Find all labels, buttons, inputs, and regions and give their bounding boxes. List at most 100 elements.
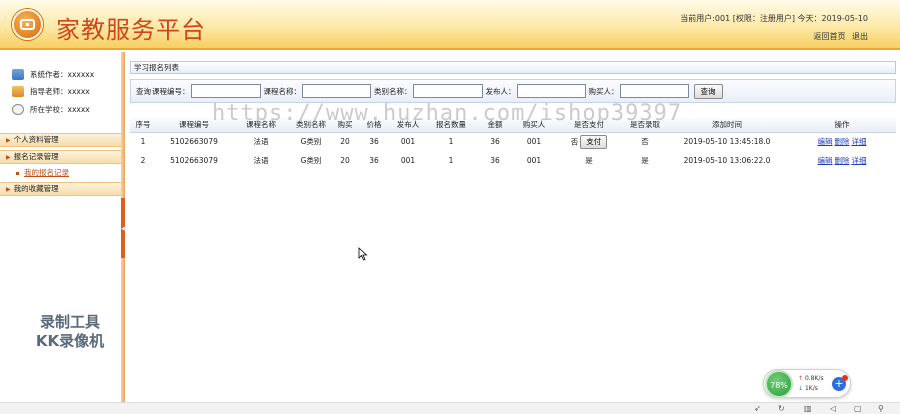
cell-index: 1	[140, 137, 146, 147]
logout-link[interactable]: 退出	[852, 32, 868, 41]
download-speed: 1K/s	[804, 385, 818, 392]
menu-label: 个人资料管理	[13, 135, 59, 144]
download-arrow-icon: ↓	[798, 385, 804, 392]
menu-label: 报名记录管理	[13, 152, 59, 161]
search-bar: 查询 课程编号： 课程名称： 类别名称： 发布人： 购买人： 查询	[130, 79, 896, 103]
author-label: 系统作者：xxxxxx	[30, 69, 95, 79]
triangle-right-icon: ▶	[6, 186, 11, 193]
category-input[interactable]	[412, 84, 483, 98]
sidebar-menu-signup[interactable]: ▶ 报名记录管理	[0, 150, 121, 164]
search-button[interactable]: 查询	[693, 83, 723, 99]
cell-admitted: 否	[641, 137, 649, 147]
home-link[interactable]: 返回首页	[813, 32, 845, 41]
publisher-input[interactable]	[516, 84, 586, 98]
speed-readout: ↑ 0.8K/s ↓ 1K/s	[798, 374, 824, 394]
app-header: 家教服务平台 当前用户:001 [权限：注册用户] 今天：2019-05-10 …	[0, 0, 900, 50]
sidebar-info-teacher: 指导老师：xxxxx	[12, 84, 90, 98]
buyer-label: 购买人：	[588, 86, 619, 96]
signup-table: 序号 课程编号 课程名称 类别名称 购买 价格 发布人 报名数量 金额 购买人 …	[130, 118, 896, 170]
cell-publisher: 001	[400, 156, 416, 165]
col-header: 是否支付	[554, 118, 624, 133]
upload-arrow-icon: ↑	[798, 375, 804, 382]
col-header: 购买人	[514, 118, 554, 133]
mouse-cursor-icon	[358, 247, 368, 261]
sidebar-menu-favorites[interactable]: ▶ 我的收藏管理	[0, 182, 121, 196]
cell-paid: 否支付	[554, 132, 624, 151]
app-title: 家教服务平台	[56, 16, 206, 44]
course-no-input[interactable]	[190, 84, 261, 98]
edit-link[interactable]: 编辑	[818, 156, 833, 165]
col-header: 序号	[130, 118, 156, 133]
cell-course-no: 5102663079	[170, 156, 218, 165]
cell-index: 2	[140, 156, 146, 165]
cell-buyer: 001	[526, 137, 542, 147]
cell-buy: 20	[340, 137, 350, 147]
network-speed-widget[interactable]: 78% ↑ 0.8K/s ↓ 1K/s +	[763, 369, 851, 398]
triangle-right-icon: ▶	[6, 154, 11, 161]
cell-course-no: 5102663079	[170, 137, 218, 147]
cell-quantity: 1	[448, 137, 454, 147]
course-name-label: 课程名称：	[263, 86, 302, 96]
paid-status: 否	[570, 137, 579, 147]
boost-plus-icon[interactable]: +	[832, 375, 848, 391]
refresh-icon[interactable]: ↻	[778, 404, 785, 413]
sidebar-item-my-signup[interactable]: 我的报名记录	[16, 167, 69, 178]
cell-category: G类别	[300, 156, 322, 165]
sound-icon[interactable]: ◁	[830, 404, 836, 413]
memory-percent: 78%	[765, 370, 793, 398]
upload-speed: 0.8K/s	[804, 375, 824, 382]
table-row: 1 5102663079 法语 G类别 20 36 001 1 36 001 否…	[130, 132, 896, 151]
rocket-icon[interactable]: ➶	[754, 404, 761, 413]
col-header: 添加时间	[666, 118, 788, 133]
course-no-label: 课程编号：	[152, 86, 190, 96]
delete-link[interactable]: 删除	[835, 137, 850, 146]
col-header: 操作	[788, 118, 896, 133]
cell-actions: 编辑 删除 详细	[788, 151, 896, 170]
sidebar-info-school: 所在学校：xxxxx	[12, 102, 90, 116]
table-header-row: 序号 课程编号 课程名称 类别名称 购买 价格 发布人 报名数量 金额 购买人 …	[130, 118, 896, 133]
course-name-input[interactable]	[302, 84, 371, 98]
sub-item-label: 我的报名记录	[24, 168, 69, 177]
delete-link[interactable]: 删除	[835, 156, 850, 165]
school-icon	[12, 103, 24, 115]
col-header: 价格	[358, 118, 390, 133]
cell-amount: 36	[490, 156, 500, 165]
bullet-icon	[16, 171, 19, 175]
col-header: 发布人	[390, 118, 426, 133]
cell-added-time: 2019-05-10 13:45:18.0	[683, 137, 771, 147]
col-header: 课程名称	[232, 118, 290, 133]
edit-link[interactable]: 编辑	[818, 137, 833, 146]
window-icon[interactable]: ▢	[854, 404, 862, 413]
school-label: 所在学校：xxxxx	[30, 104, 90, 114]
cell-amount: 36	[490, 137, 500, 147]
teacher-icon	[12, 85, 24, 97]
cell-course-name: 法语	[253, 137, 269, 147]
detail-link[interactable]: 详细	[852, 137, 867, 146]
cell-paid: 是	[585, 156, 593, 165]
collapse-arrow-icon[interactable]: ◀	[121, 226, 125, 232]
col-header: 购买	[332, 118, 358, 133]
cell-course-name: 法语	[253, 156, 269, 165]
search-prefix: 查询	[136, 86, 151, 96]
menu-label: 我的收藏管理	[13, 184, 59, 193]
col-header: 金额	[476, 118, 514, 133]
sidebar-menu-profile[interactable]: ▶ 个人资料管理	[0, 133, 121, 147]
col-header: 课程编号	[156, 118, 232, 133]
col-header: 类别名称	[290, 118, 332, 133]
category-label: 类别名称：	[374, 86, 412, 96]
buyer-input[interactable]	[619, 84, 689, 98]
search-icon[interactable]: ⚲	[878, 404, 884, 413]
col-header: 报名数量	[426, 118, 476, 133]
triangle-right-icon: ▶	[6, 137, 11, 144]
cell-admitted: 是	[641, 156, 649, 165]
trash-icon[interactable]: ▥	[804, 404, 812, 413]
pay-button[interactable]: 支付	[580, 134, 608, 149]
detail-link[interactable]: 详细	[852, 156, 867, 165]
cell-buy: 20	[340, 156, 350, 165]
bottom-toolbar: ➶ ↻ ▥ ◁ ▢ ⚲	[0, 402, 900, 414]
cell-buyer: 001	[526, 156, 542, 165]
cell-added-time: 2019-05-10 13:06:22.0	[683, 156, 771, 165]
cell-quantity: 1	[448, 156, 454, 165]
cell-category: G类别	[300, 137, 322, 147]
cell-price: 36	[369, 137, 379, 147]
